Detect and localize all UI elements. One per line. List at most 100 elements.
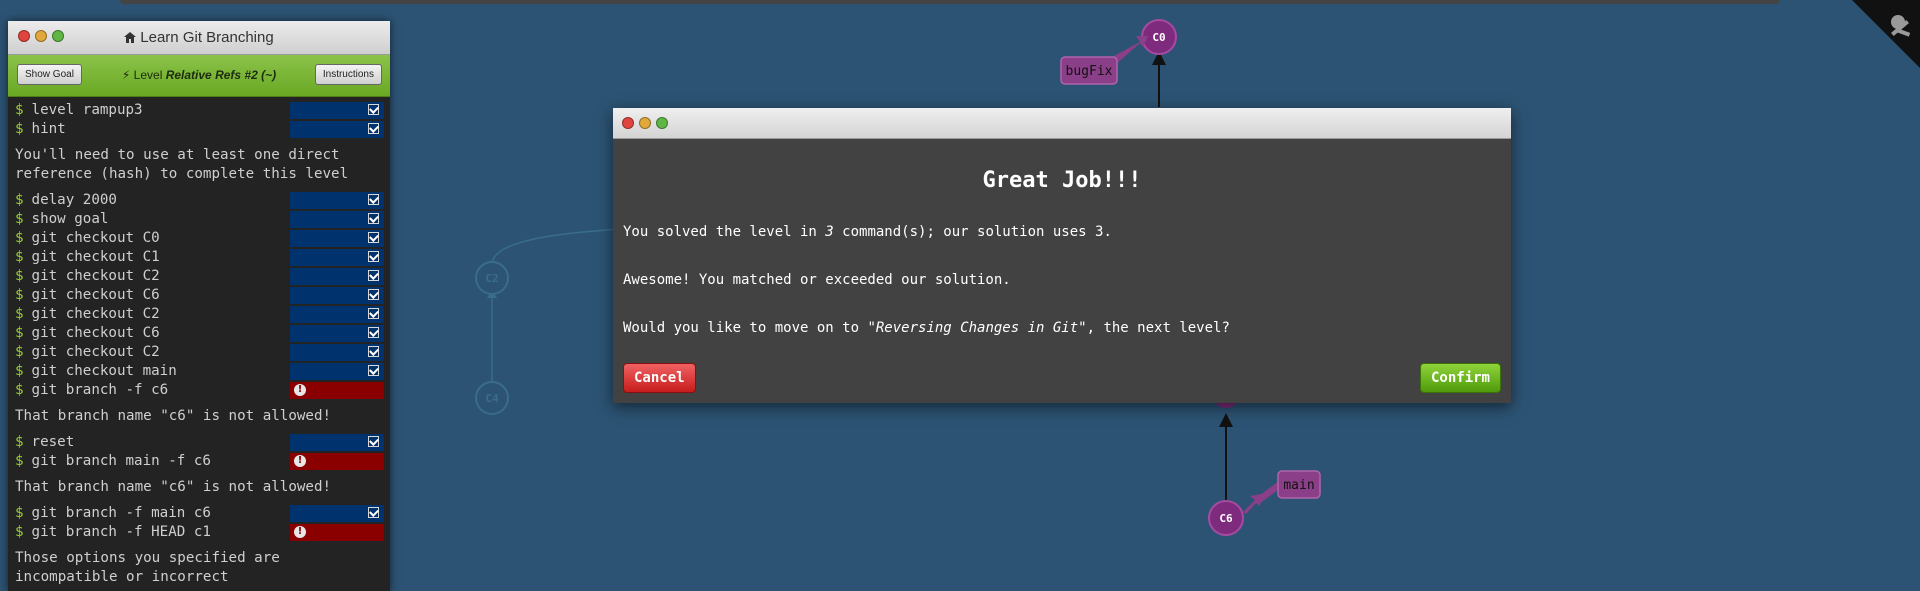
- checkbox-checked-icon: [368, 251, 379, 262]
- terminal-command: $ git checkout C1: [8, 248, 390, 267]
- dialog-window-controls: [622, 117, 668, 129]
- command-text: git checkout main: [31, 363, 177, 379]
- terminal-command: $ git checkout main: [8, 362, 390, 381]
- prompt-symbol: $: [15, 505, 24, 521]
- dialog-maximize-icon[interactable]: [656, 117, 668, 129]
- svg-text:C0: C0: [1152, 31, 1165, 44]
- svg-text:main: main: [1283, 478, 1314, 493]
- command-text: git checkout C1: [31, 249, 160, 265]
- awesome-line: Awesome! You matched or exceeded our sol…: [623, 272, 1011, 288]
- checkbox-checked-icon: [368, 194, 379, 205]
- terminal-command: $ git checkout C2: [8, 343, 390, 362]
- command-text: git branch -f c6: [31, 382, 169, 398]
- command-text: delay 2000: [31, 192, 117, 208]
- checkbox-checked-icon: [368, 232, 379, 243]
- checkbox-checked-icon: [368, 213, 379, 224]
- checkbox-checked-icon: [368, 289, 379, 300]
- command-success-status: [290, 344, 384, 361]
- checkbox-checked-icon: [368, 123, 379, 134]
- command-success-status: [290, 363, 384, 380]
- prompt-symbol: $: [15, 344, 24, 360]
- prompt-symbol: $: [15, 249, 24, 265]
- command-text: git checkout C2: [31, 268, 160, 284]
- branch-bugfix[interactable]: bugFix: [1060, 36, 1148, 85]
- maximize-icon[interactable]: [52, 30, 64, 42]
- prompt-symbol: $: [15, 268, 24, 284]
- terminal-command: $ git checkout C6: [8, 324, 390, 343]
- home-icon: [124, 32, 137, 43]
- terminal-command: $ git checkout C2: [8, 305, 390, 324]
- command-error-status: !: [290, 453, 384, 470]
- window-controls: [18, 30, 64, 42]
- prompt-symbol: $: [15, 363, 24, 379]
- next-level-line: Would you like to move on to "Reversing …: [623, 320, 1230, 336]
- dialog-titlebar: [613, 108, 1511, 139]
- terminal-command: $ git checkout C0: [8, 229, 390, 248]
- branch-main[interactable]: main: [1243, 470, 1321, 514]
- checkbox-checked-icon: [368, 327, 379, 338]
- level-complete-dialog: Great Job!!! You solved the level in 3 c…: [613, 108, 1511, 403]
- command-success-status: [290, 268, 384, 285]
- command-success-status: [290, 121, 384, 138]
- terminal-command: $ git branch -f c6!: [8, 381, 390, 400]
- command-text: git checkout C0: [31, 230, 160, 246]
- command-text: git checkout C2: [31, 306, 160, 322]
- command-text: show goal: [31, 211, 109, 227]
- terminal-command: $ delay 2000: [8, 191, 390, 210]
- prompt-symbol: $: [15, 325, 24, 341]
- dialog-close-icon[interactable]: [622, 117, 634, 129]
- checkbox-checked-icon: [368, 436, 379, 447]
- command-success-status: [290, 287, 384, 304]
- app-title: Learn Git Branching: [140, 29, 274, 46]
- level-name: Relative Refs #2 (~): [165, 68, 277, 82]
- terminal-command: $ reset: [8, 433, 390, 452]
- commit-c6[interactable]: C6: [1208, 500, 1244, 536]
- show-goal-button[interactable]: Show Goal: [17, 64, 82, 85]
- terminal-message: Those options you specified are incompat…: [15, 550, 280, 585]
- prompt-symbol: $: [15, 192, 24, 208]
- terminal-command: $ git checkout C6: [8, 286, 390, 305]
- terminal-command: $ git checkout C2: [8, 267, 390, 286]
- command-success-status: [290, 102, 384, 119]
- ghost-commit-c4: C4: [475, 381, 509, 415]
- command-text: level rampup3: [31, 102, 143, 118]
- prompt-symbol: $: [15, 287, 24, 303]
- command-count: 3: [825, 224, 834, 240]
- level-bar: Show Goal ⚡︎ Level Relative Refs #2 (~) …: [8, 55, 390, 97]
- checkbox-checked-icon: [368, 270, 379, 281]
- cancel-button[interactable]: Cancel: [623, 363, 696, 393]
- prompt-symbol: $: [15, 230, 24, 246]
- terminal-command: $ git branch main -f c6!: [8, 452, 390, 471]
- error-icon: !: [294, 526, 306, 538]
- command-success-status: [290, 192, 384, 209]
- prompt-symbol: $: [15, 453, 24, 469]
- command-text: git branch -f main c6: [31, 505, 211, 521]
- dialog-heading: Great Job!!!: [982, 168, 1142, 193]
- command-success-status: [290, 505, 384, 522]
- terminal-command: $ level rampup3: [8, 101, 390, 120]
- checkbox-checked-icon: [368, 104, 379, 115]
- command-error-status: !: [290, 382, 384, 399]
- result-line: You solved the level in 3 command(s); ou…: [623, 224, 1112, 240]
- command-text: git branch -f HEAD c1: [31, 524, 211, 540]
- svg-text:C6: C6: [1219, 512, 1233, 525]
- command-success-status: [290, 306, 384, 323]
- prompt-symbol: $: [15, 102, 24, 118]
- command-success-status: [290, 325, 384, 342]
- command-text: git checkout C2: [31, 344, 160, 360]
- minimize-icon[interactable]: [35, 30, 47, 42]
- checkbox-checked-icon: [368, 308, 379, 319]
- terminal-command: $ show goal: [8, 210, 390, 229]
- level-prefix: Level: [133, 68, 163, 82]
- instructions-button[interactable]: Instructions: [314, 64, 382, 85]
- terminal-message: You'll need to use at least one direct r…: [15, 147, 349, 182]
- corner-logo[interactable]: [1852, 0, 1920, 68]
- close-icon[interactable]: [18, 30, 30, 42]
- confirm-button[interactable]: Confirm: [1419, 363, 1501, 393]
- svg-text:C2: C2: [485, 272, 498, 285]
- prompt-symbol: $: [15, 306, 24, 322]
- prompt-symbol: $: [15, 434, 24, 450]
- dialog-minimize-icon[interactable]: [639, 117, 651, 129]
- command-text: reset: [31, 434, 75, 450]
- command-success-status: [290, 230, 384, 247]
